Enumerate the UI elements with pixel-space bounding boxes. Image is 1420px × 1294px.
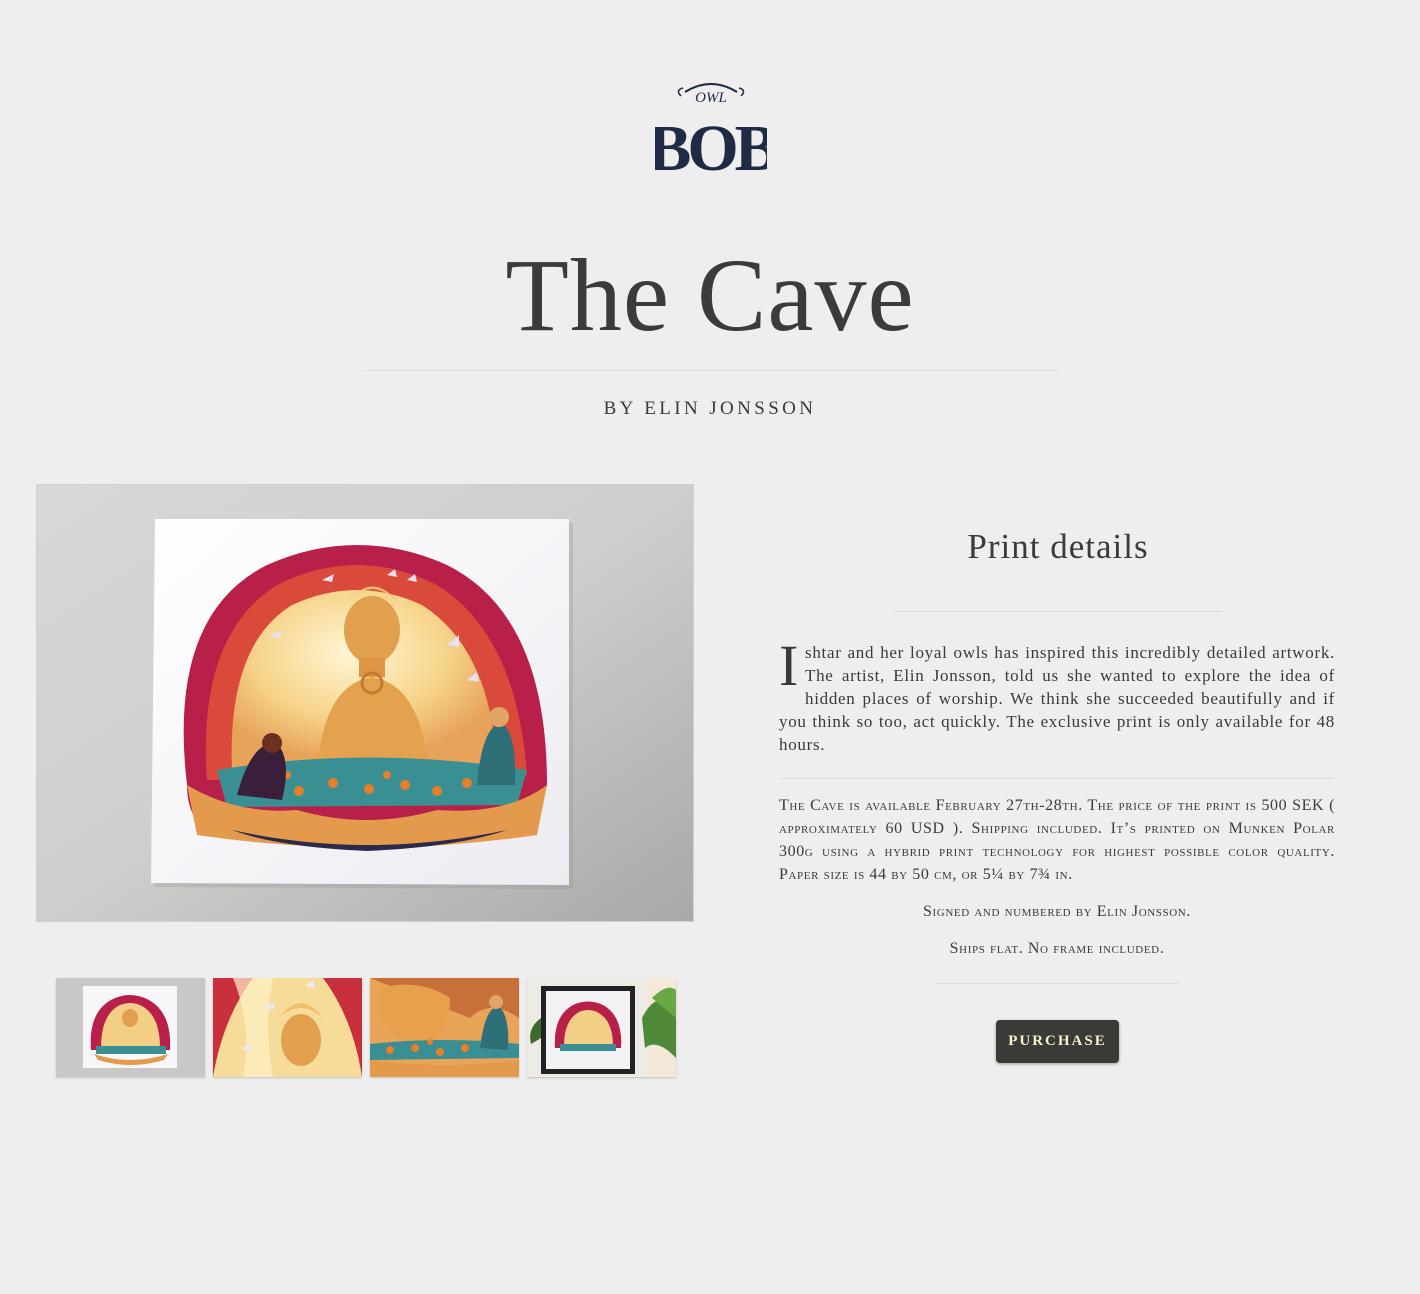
- owl-bob-logo-icon: OWL BOB: [647, 83, 782, 185]
- print-details-heading: Print details: [967, 527, 1149, 566]
- artwork-illustration-icon: [37, 485, 693, 921]
- svg-text:BOB: BOB: [655, 112, 767, 182]
- details-divider: [893, 611, 1223, 612]
- artist-byline: by Elin Jonsson: [603, 398, 817, 419]
- intro-text: shtar and her loyal owls has inspired th…: [779, 643, 1335, 754]
- thumbnail-framed[interactable]: [527, 978, 676, 1077]
- thumbnail-image-icon: [370, 978, 519, 1077]
- intro-paragraph: Ishtar and her loyal owls has inspired t…: [779, 633, 1335, 756]
- thumbnail-image-icon: [213, 978, 362, 1077]
- thumbnail-full-print[interactable]: [56, 978, 205, 1077]
- svg-text:OWL: OWL: [695, 90, 727, 106]
- thumbnail-detail-top[interactable]: [213, 978, 362, 1077]
- thumbnail-gallery: [56, 978, 678, 1078]
- thumbnail-detail-bottom[interactable]: [370, 978, 519, 1077]
- purchase-button[interactable]: Purchase: [996, 1020, 1119, 1063]
- print-specifications: The Cave is available February 27th-28th…: [779, 797, 1335, 883]
- shipping-note: Ships flat. No frame included.: [949, 940, 1165, 957]
- signed-note: Signed and numbered by Elin Jonsson.: [923, 903, 1191, 920]
- drop-cap: I: [779, 633, 800, 698]
- brand-logo[interactable]: OWL BOB: [647, 70, 782, 185]
- main-product-image[interactable]: [36, 484, 694, 922]
- specs-divider: [779, 778, 1335, 779]
- thumbnail-image-icon: [527, 978, 676, 1077]
- thumbnail-image-icon: [56, 978, 205, 1077]
- purchase-divider: [937, 983, 1179, 984]
- page-title: The Cave: [505, 238, 915, 353]
- title-divider: [364, 370, 1058, 371]
